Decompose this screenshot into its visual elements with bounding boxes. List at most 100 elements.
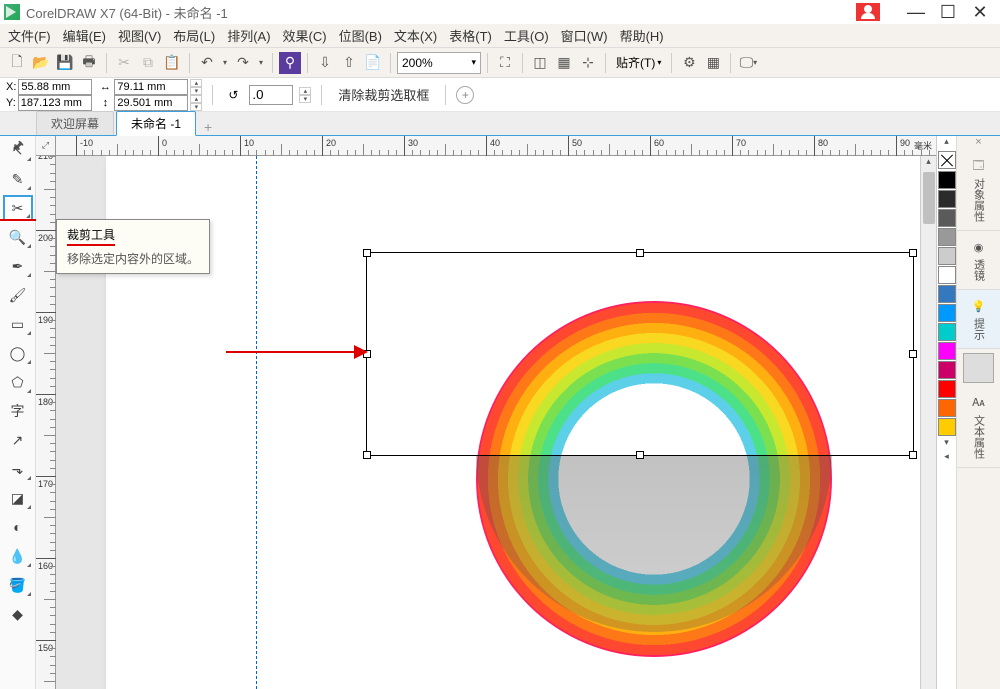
- y-position-input[interactable]: [18, 95, 92, 111]
- crop-handle-e[interactable]: [909, 350, 917, 358]
- tab-welcome[interactable]: 欢迎屏幕: [36, 111, 114, 135]
- color-swatch[interactable]: [938, 361, 956, 379]
- redo-dropdown-icon[interactable]: ▾: [256, 52, 266, 74]
- close-button[interactable]: ✕: [968, 3, 992, 21]
- paste-icon[interactable]: 📋: [161, 52, 183, 74]
- menu-arrange[interactable]: 排列(A): [227, 26, 270, 45]
- pick-tool-icon[interactable]: ↖: [4, 138, 32, 162]
- color-swatch[interactable]: [938, 171, 956, 189]
- menu-table[interactable]: 表格(T): [449, 26, 492, 45]
- color-eyedropper-tool-icon[interactable]: 💧: [4, 544, 32, 568]
- color-swatch[interactable]: [938, 247, 956, 265]
- add-tab-button[interactable]: +: [198, 119, 218, 135]
- docker-drag-handle[interactable]: [963, 353, 994, 383]
- show-rulers-icon[interactable]: ◫: [529, 52, 551, 74]
- show-guidelines-icon[interactable]: ⊹: [577, 52, 599, 74]
- search-content-icon[interactable]: ⚲: [279, 52, 301, 74]
- menu-tools[interactable]: 工具(O): [504, 26, 549, 45]
- docker-text-properties[interactable]: 🗛 文本属性: [957, 387, 1000, 468]
- vertical-guideline[interactable]: [256, 156, 257, 689]
- tab-document[interactable]: 未命名 -1: [116, 111, 196, 136]
- parallel-dimension-tool-icon[interactable]: ↗: [4, 428, 32, 452]
- rotation-input[interactable]: [249, 85, 293, 105]
- color-swatch[interactable]: [938, 342, 956, 360]
- customize-dropdown-icon[interactable]: 🖵 ▾: [737, 52, 759, 74]
- scroll-up-icon[interactable]: ▴: [921, 156, 936, 170]
- smart-fill-tool-icon[interactable]: ◆: [4, 602, 32, 626]
- artistic-media-tool-icon[interactable]: 🖌: [4, 283, 32, 307]
- menu-layout[interactable]: 布局(L): [173, 26, 215, 45]
- crop-handle-s[interactable]: [636, 451, 644, 459]
- palette-flyout-icon[interactable]: ◂: [937, 451, 956, 465]
- color-swatch[interactable]: [938, 190, 956, 208]
- ellipse-tool-icon[interactable]: ◯: [4, 341, 32, 365]
- app-launcher-icon[interactable]: ▦: [702, 52, 724, 74]
- undo-dropdown-icon[interactable]: ▾: [220, 52, 230, 74]
- polygon-tool-icon[interactable]: ⬠: [4, 370, 32, 394]
- docker-object-properties[interactable]: 🗔 对象属性: [957, 150, 1000, 231]
- height-spinner[interactable]: ▴▾: [190, 95, 202, 111]
- color-swatch[interactable]: [938, 304, 956, 322]
- vertical-ruler[interactable]: 210200190180170160150: [36, 156, 56, 689]
- crop-marquee[interactable]: [366, 252, 914, 456]
- add-property-icon[interactable]: +: [456, 86, 474, 104]
- import-icon[interactable]: ⇩: [314, 52, 336, 74]
- shape-tool-icon[interactable]: ✎: [4, 167, 32, 191]
- crop-handle-sw[interactable]: [363, 451, 371, 459]
- open-icon[interactable]: 📂: [30, 52, 52, 74]
- options-icon[interactable]: ⚙: [678, 52, 700, 74]
- x-position-input[interactable]: [18, 79, 92, 95]
- copy-icon[interactable]: ⧉: [137, 52, 159, 74]
- docker-lens[interactable]: ◉ 透镜: [957, 231, 1000, 290]
- show-grid-icon[interactable]: ▦: [553, 52, 575, 74]
- color-swatch[interactable]: [938, 228, 956, 246]
- export-icon[interactable]: ⇧: [338, 52, 360, 74]
- menu-edit[interactable]: 编辑(E): [63, 26, 106, 45]
- docker-close-icon[interactable]: ×: [957, 136, 1000, 150]
- minimize-button[interactable]: —: [904, 3, 928, 21]
- menu-help[interactable]: 帮助(H): [620, 26, 664, 45]
- clear-crop-marquee-button[interactable]: 清除裁剪选取框: [332, 83, 435, 106]
- zoom-level-select[interactable]: 200%▾: [397, 52, 481, 74]
- horizontal-ruler[interactable]: 毫米 -100102030405060708090100: [56, 136, 936, 156]
- crop-handle-se[interactable]: [909, 451, 917, 459]
- height-input[interactable]: [114, 95, 188, 111]
- no-color-swatch[interactable]: [938, 151, 956, 169]
- crop-handle-n[interactable]: [636, 249, 644, 257]
- crop-handle-nw[interactable]: [363, 249, 371, 257]
- zoom-tool-icon[interactable]: 🔍: [4, 225, 32, 249]
- color-swatch[interactable]: [938, 323, 956, 341]
- color-swatch[interactable]: [938, 266, 956, 284]
- interactive-fill-tool-icon[interactable]: 🪣: [4, 573, 32, 597]
- color-swatch[interactable]: [938, 209, 956, 227]
- menu-view[interactable]: 视图(V): [118, 26, 161, 45]
- menu-effects[interactable]: 效果(C): [283, 26, 327, 45]
- cut-icon[interactable]: ✂: [113, 52, 135, 74]
- snap-to-dropdown[interactable]: 贴齐(T) ▾: [612, 52, 665, 74]
- menu-bitmap[interactable]: 位图(B): [339, 26, 382, 45]
- publish-pdf-icon[interactable]: 📄: [362, 52, 384, 74]
- rectangle-tool-icon[interactable]: ▭: [4, 312, 32, 336]
- fullscreen-preview-icon[interactable]: ⛶: [494, 52, 516, 74]
- freehand-tool-icon[interactable]: ✒: [4, 254, 32, 278]
- color-swatch[interactable]: [938, 418, 956, 436]
- connector-tool-icon[interactable]: ⬎: [4, 457, 32, 481]
- menu-window[interactable]: 窗口(W): [561, 26, 608, 45]
- menu-file[interactable]: 文件(F): [8, 26, 51, 45]
- rotation-spinner[interactable]: ▴▾: [299, 87, 311, 103]
- new-doc-icon[interactable]: 🗋: [6, 52, 28, 74]
- scroll-thumb[interactable]: [923, 172, 935, 224]
- width-spinner[interactable]: ▴▾: [190, 79, 202, 95]
- color-swatch[interactable]: [938, 380, 956, 398]
- vertical-scrollbar[interactable]: ▴: [920, 156, 936, 689]
- drop-shadow-tool-icon[interactable]: ◪: [4, 486, 32, 510]
- width-input[interactable]: [114, 79, 188, 95]
- crop-tool-icon[interactable]: ✂: [4, 196, 32, 220]
- text-tool-icon[interactable]: 字: [4, 399, 32, 423]
- user-account-icon[interactable]: [856, 3, 880, 21]
- docker-hints[interactable]: 💡 提示: [957, 290, 1000, 349]
- maximize-button[interactable]: ☐: [936, 3, 960, 21]
- print-icon[interactable]: 🖶: [78, 52, 100, 74]
- menu-text[interactable]: 文本(X): [394, 26, 437, 45]
- canvas-area[interactable]: ⤢ 毫米 -100102030405060708090100 210200190…: [36, 136, 936, 689]
